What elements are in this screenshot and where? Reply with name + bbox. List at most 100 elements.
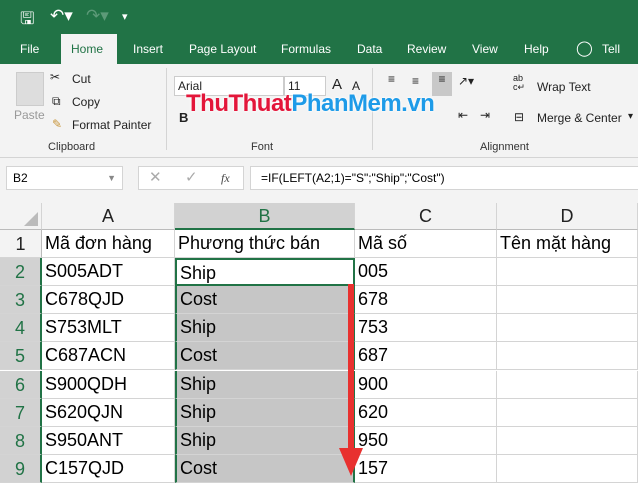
customize-quick-access-icon[interactable]: ▾ — [122, 10, 128, 23]
tab-data[interactable]: Data — [351, 34, 388, 64]
tab-formulas[interactable]: Formulas — [275, 34, 337, 64]
redo-icon[interactable]: ↷▾ — [86, 6, 109, 26]
align-middle-icon[interactable]: ≡ — [412, 74, 419, 88]
cell-B8[interactable]: Ship — [175, 426, 355, 455]
cell-D1[interactable]: Tên mặt hàng — [497, 230, 638, 258]
merge-dropdown-icon[interactable]: ▾ — [628, 111, 633, 122]
insert-function-icon[interactable]: fx — [221, 167, 230, 189]
formula-input[interactable]: =IF(LEFT(A2;1)="S";"Ship";"Cost") — [250, 166, 638, 190]
tab-insert[interactable]: Insert — [127, 34, 169, 64]
font-group-label: Font — [251, 141, 274, 153]
row-header[interactable]: 2 — [0, 258, 42, 287]
format-painter-button[interactable]: Format Painter — [72, 118, 151, 132]
row-header[interactable]: 3 — [0, 286, 42, 315]
cell-A8[interactable]: S950ANT — [42, 426, 175, 455]
merge-center-icon: ⊟ — [514, 110, 525, 124]
cell-A9[interactable]: C157QJD — [42, 454, 175, 483]
tab-review[interactable]: Review — [401, 34, 452, 64]
paste-button[interactable]: Paste — [14, 108, 45, 122]
spreadsheet-grid: A B C D 1 Mã đơn hàng Phương thức bán Mã số… — [0, 203, 638, 483]
column-header-a[interactable]: A — [42, 203, 175, 230]
undo-icon[interactable]: ↶▾ — [50, 6, 73, 26]
cell-C5[interactable]: 687 — [355, 342, 497, 371]
cell-A3[interactable]: C678QJD — [42, 286, 175, 315]
cancel-icon[interactable]: ✕ — [149, 167, 162, 189]
tab-page-layout[interactable]: Page Layout — [183, 34, 262, 64]
ribbon: Paste ✂ Cut ⧉ Copy ✎ Format Painter Clip… — [0, 64, 638, 158]
column-header-c[interactable]: C — [355, 203, 497, 230]
row-header[interactable]: 4 — [0, 314, 42, 343]
cell-B4[interactable]: Ship — [175, 314, 355, 343]
cell-A7[interactable]: S620QJN — [42, 398, 175, 427]
cell-B2[interactable]: Ship — [175, 258, 355, 287]
save-icon[interactable]: 🖫 — [20, 6, 34, 35]
row-header[interactable]: 9 — [0, 454, 42, 483]
format-painter-icon: ✎ — [52, 117, 63, 131]
cell-C3[interactable]: 678 — [355, 286, 497, 315]
wrap-text-icon: ab c↵ — [513, 73, 526, 92]
cut-icon: ✂ — [50, 70, 61, 84]
drag-arrow-icon — [339, 284, 363, 476]
formula-bar: B2 ▼ ✕ ✓ fx =IF(LEFT(A2;1)="S";"Ship";"Co… — [0, 158, 638, 203]
title-bar: 🖫 ↶▾ ↷▾ ▾ — [0, 0, 638, 34]
cell-C9[interactable]: 157 — [355, 454, 497, 483]
cell-D7[interactable] — [497, 398, 638, 427]
cell-C1[interactable]: Mã số — [355, 230, 497, 258]
copy-button[interactable]: Copy — [72, 95, 100, 109]
column-header-d[interactable]: D — [497, 203, 638, 230]
tab-file[interactable]: File — [14, 34, 45, 64]
orientation-icon[interactable]: ↗▾ — [458, 74, 474, 88]
row-header[interactable]: 7 — [0, 398, 42, 427]
tab-home[interactable]: Home — [61, 34, 117, 64]
merge-center-button[interactable]: Merge & Center — [537, 111, 622, 125]
cell-B1[interactable]: Phương thức bán — [175, 230, 355, 258]
cell-C8[interactable]: 950 — [355, 426, 497, 455]
divider — [166, 68, 167, 150]
cell-B3[interactable]: Cost — [175, 286, 355, 315]
name-box[interactable]: B2 ▼ — [6, 166, 123, 190]
tab-view[interactable]: View — [466, 34, 504, 64]
cell-A6[interactable]: S900QDH — [42, 370, 175, 399]
cell-D5[interactable] — [497, 342, 638, 371]
cell-C2[interactable]: 005 — [355, 258, 497, 287]
cell-D4[interactable] — [497, 314, 638, 343]
name-box-value: B2 — [13, 171, 28, 185]
tab-help[interactable]: Help — [518, 34, 555, 64]
row-header[interactable]: 5 — [0, 342, 42, 371]
cell-D8[interactable] — [497, 426, 638, 455]
cell-C4[interactable]: 753 — [355, 314, 497, 343]
ribbon-tabs: File Home Insert Page Layout Formulas Da… — [0, 34, 638, 86]
formula-text: =IF(LEFT(A2;1)="S";"Ship";"Cost") — [261, 171, 445, 185]
row-header[interactable]: 8 — [0, 426, 42, 455]
wrap-text-button[interactable]: Wrap Text — [537, 80, 591, 94]
cell-B5[interactable]: Cost — [175, 342, 355, 371]
cell-D3[interactable] — [497, 286, 638, 315]
row-header[interactable]: 6 — [0, 370, 42, 399]
cell-D6[interactable] — [497, 370, 638, 399]
row-header[interactable]: 1 — [0, 230, 42, 258]
align-bottom-icon[interactable]: ≡ — [432, 72, 452, 96]
select-all-corner[interactable] — [0, 203, 42, 230]
tell-me-search[interactable]: Tell me — [596, 34, 638, 86]
cut-button[interactable]: Cut — [72, 72, 91, 86]
cell-C6[interactable]: 900 — [355, 370, 497, 399]
increase-indent-icon[interactable]: ⇥ — [480, 108, 490, 122]
cell-A4[interactable]: S753MLT — [42, 314, 175, 343]
enter-icon[interactable]: ✓ — [185, 167, 198, 189]
align-top-icon[interactable]: ≡ — [388, 72, 395, 86]
cell-B9[interactable]: Cost — [175, 454, 355, 483]
cell-A1[interactable]: Mã đơn hàng — [42, 230, 175, 258]
cell-D2[interactable] — [497, 258, 638, 287]
watermark-logo: ThuThuatPhanMem.vn — [186, 90, 435, 117]
copy-icon: ⧉ — [52, 94, 61, 108]
cell-A2[interactable]: S005ADT — [42, 258, 175, 287]
decrease-indent-icon[interactable]: ⇤ — [458, 108, 468, 122]
cell-C7[interactable]: 620 — [355, 398, 497, 427]
alignment-group-label: Alignment — [480, 141, 529, 153]
cell-D9[interactable] — [497, 454, 638, 483]
cell-B7[interactable]: Ship — [175, 398, 355, 427]
cell-A5[interactable]: C687ACN — [42, 342, 175, 371]
column-header-b[interactable]: B — [175, 203, 355, 230]
cell-B6[interactable]: Ship — [175, 370, 355, 399]
paste-icon[interactable] — [16, 72, 44, 106]
